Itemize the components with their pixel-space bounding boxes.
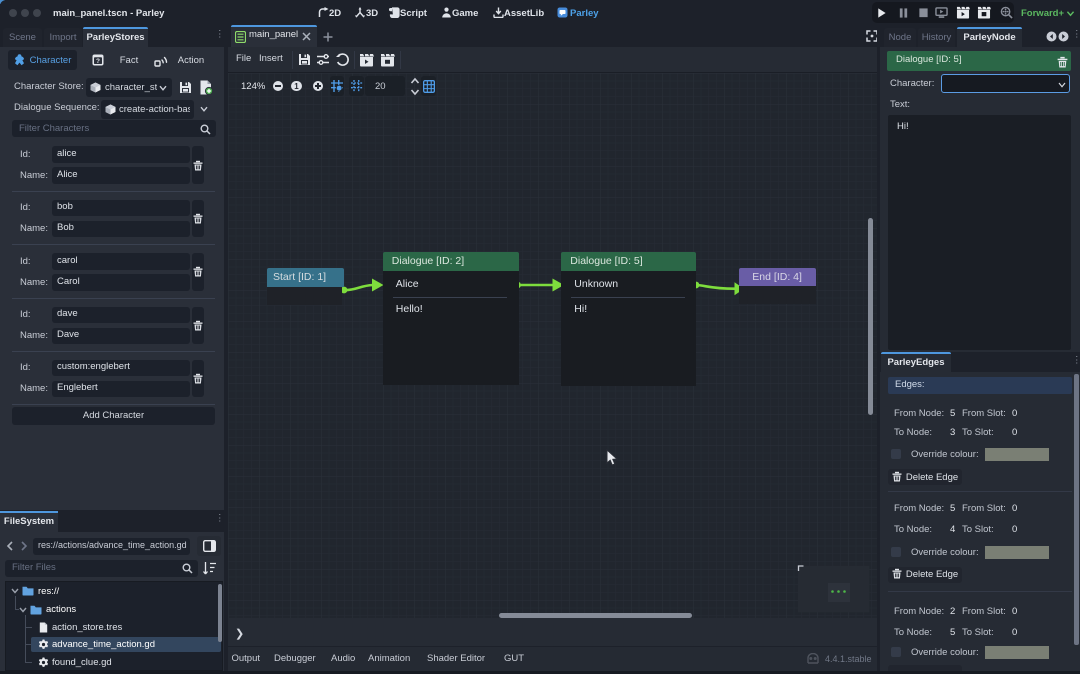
svg-text:?: ? <box>96 58 100 65</box>
